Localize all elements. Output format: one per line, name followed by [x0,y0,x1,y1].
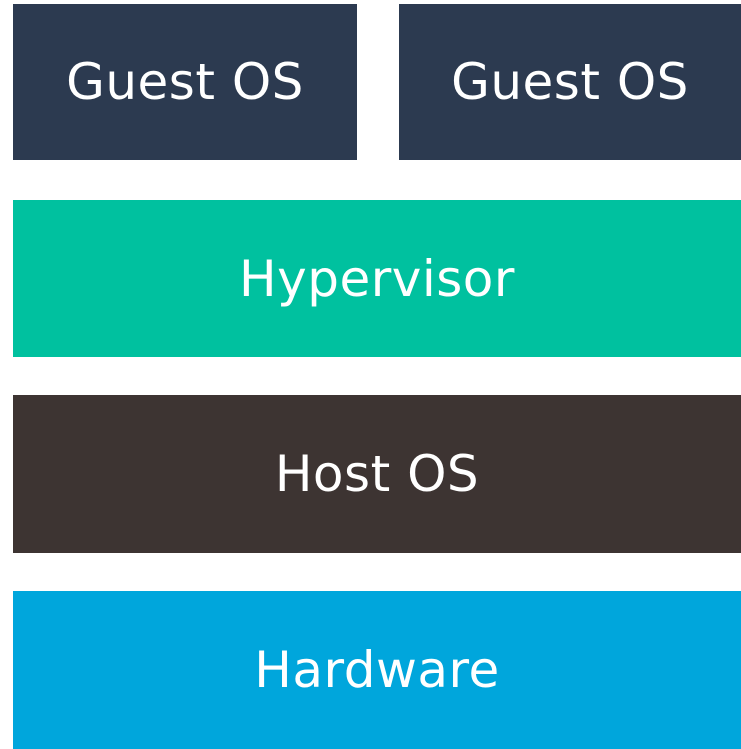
hardware-block: Hardware [13,591,741,749]
hardware-label: Hardware [254,641,500,699]
guest-os-label-left: Guest OS [66,53,304,111]
host-os-block: Host OS [13,395,741,553]
guest-os-label-right: Guest OS [451,53,689,111]
hypervisor-block: Hypervisor [13,200,741,357]
hypervisor-label: Hypervisor [239,249,515,308]
guest-os-block-left: Guest OS [13,4,357,160]
host-os-label: Host OS [274,445,480,503]
guest-os-block-right: Guest OS [399,4,741,160]
